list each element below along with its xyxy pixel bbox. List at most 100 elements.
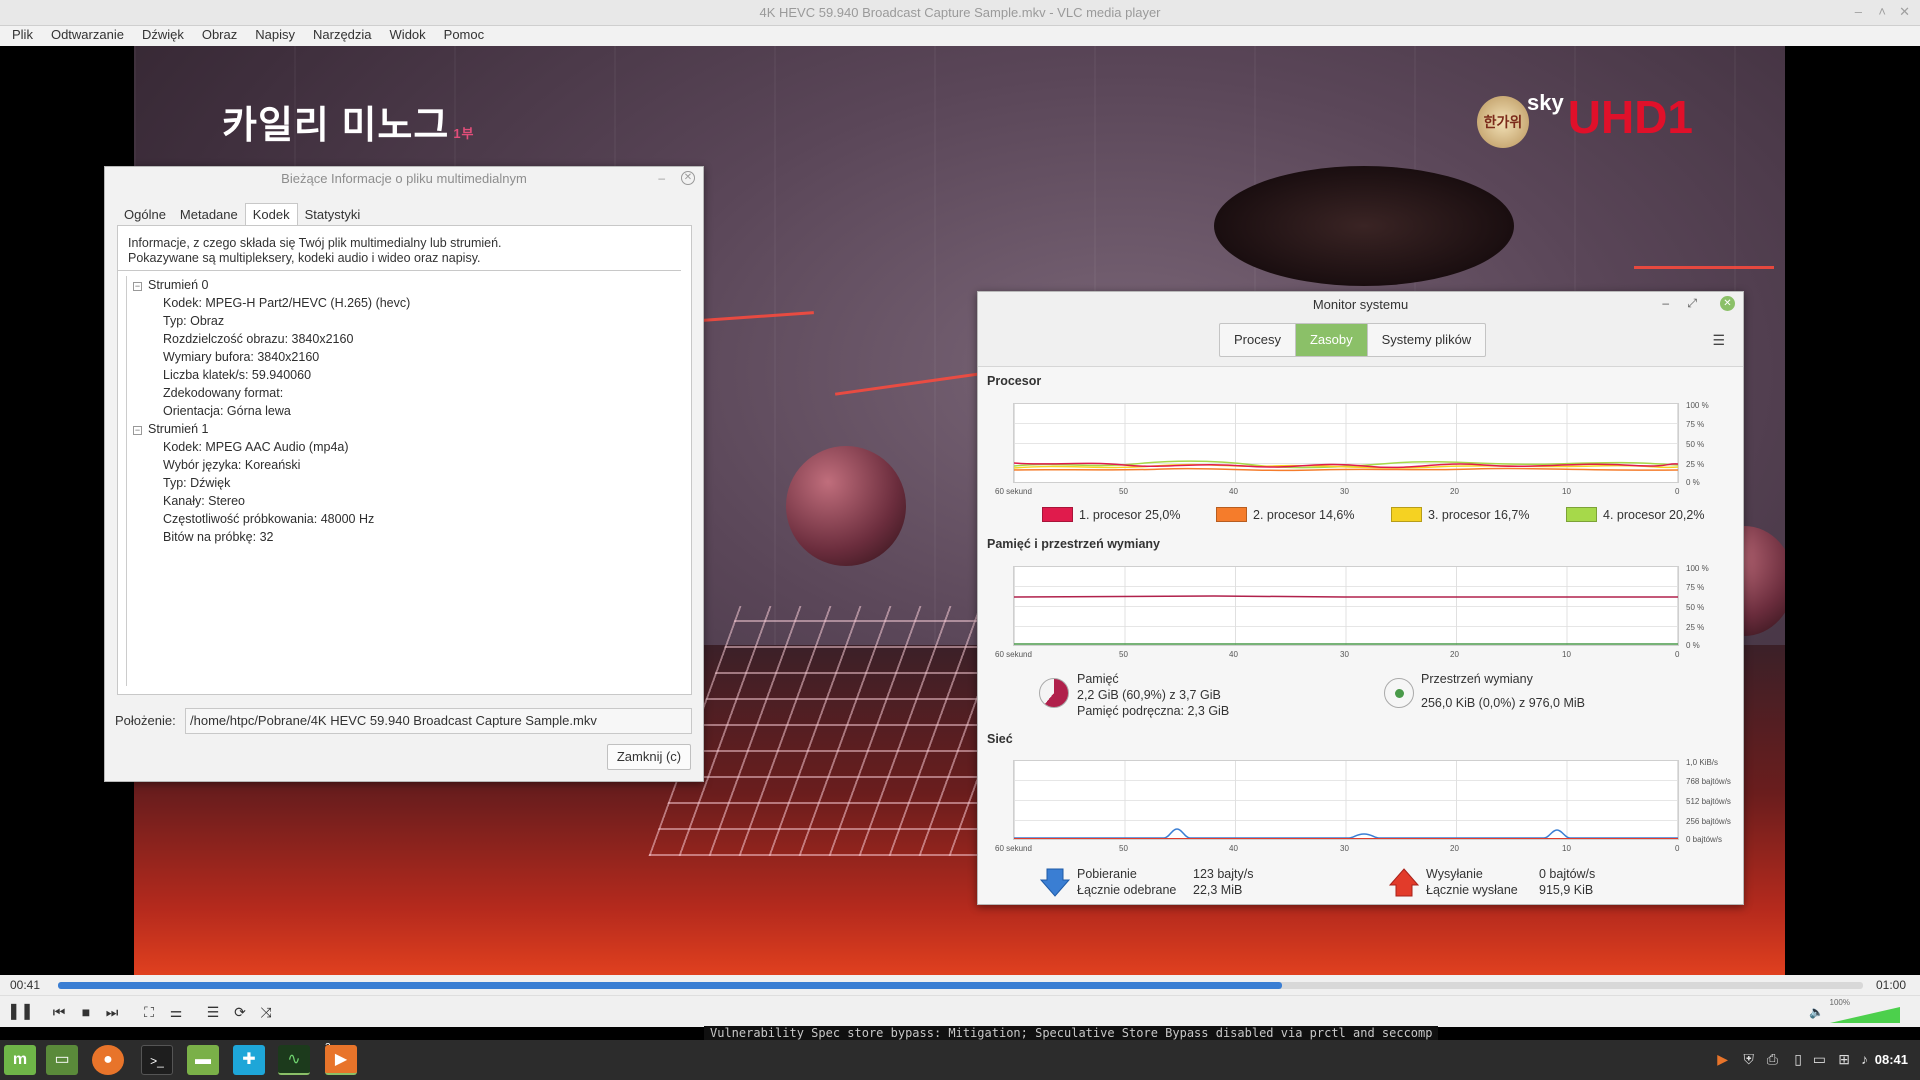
seek-slider[interactable] — [58, 982, 1863, 989]
pause-icon[interactable]: ❚❚ — [7, 1001, 34, 1023]
download-total: 22,3 MiB — [1193, 883, 1243, 897]
printer-icon[interactable]: ⎙ — [1767, 1051, 1778, 1068]
tab-kodek[interactable]: Kodek — [244, 203, 298, 225]
system-monitor-taskbar-icon[interactable]: ∿ — [278, 1045, 310, 1075]
location-field[interactable]: /home/htpc/Pobrane/4K HEVC 59.940 Broadc… — [185, 708, 692, 734]
cpu1-value: 25,0% — [1145, 508, 1181, 522]
download-rate: 123 bajty/s — [1193, 867, 1254, 881]
program-logo: 카일리 미노그 1부 — [222, 94, 475, 149]
show-desktop-icon[interactable]: ▭ — [46, 1045, 78, 1075]
cpu3-color-swatch[interactable] — [1391, 507, 1422, 522]
tab-ogolne[interactable]: Ogólne — [117, 204, 173, 225]
download-values: 123 bajty/s 22,3 MiB — [1193, 866, 1253, 898]
next-icon[interactable]: ⏭ — [101, 1001, 123, 1023]
menu-odtwarzanie[interactable]: Odtwarzanie — [42, 26, 133, 44]
cpu2-color-swatch[interactable] — [1216, 507, 1247, 522]
network-icon[interactable]: ⊞ — [1838, 1051, 1850, 1068]
tree-item[interactable]: Kodek: MPEG AAC Audio (mp4a) — [127, 438, 681, 456]
fullscreen-icon[interactable]: ⛶ — [138, 1001, 160, 1023]
upload-arrow-icon[interactable] — [1389, 868, 1419, 898]
codec-panel: Informacje, z czego składa się Twój plik… — [117, 225, 692, 695]
console-text: Vulnerability Spec store bypass: Mitigat… — [704, 1026, 1439, 1040]
memory-pie-icon[interactable] — [1039, 678, 1069, 708]
files-icon[interactable]: ▬ — [187, 1045, 219, 1075]
playlist-icon[interactable]: ☰ — [202, 1001, 224, 1023]
upload-label: Wysyłanie — [1426, 867, 1483, 881]
sysmon-close-button[interactable]: ✕ — [1720, 296, 1735, 311]
x-tick: 10 — [1562, 487, 1571, 496]
tree-item[interactable]: Liczba klatek/s: 59.940060 — [127, 366, 681, 384]
x-tick: 40 — [1229, 844, 1238, 853]
tree-item[interactable]: Orientacja: Górna lewa — [127, 402, 681, 420]
collapse-icon[interactable]: − — [133, 282, 142, 291]
volume-slider[interactable]: 100% — [1828, 998, 1900, 1024]
close-button[interactable]: ✕ — [1899, 4, 1910, 20]
tree-item[interactable]: Kodek: MPEG-H Part2/HEVC (H.265) (hevc) — [127, 294, 681, 312]
collapse-icon[interactable]: − — [133, 426, 142, 435]
tree-item[interactable]: Wybór języka: Koreański — [127, 456, 681, 474]
sysmon-restore-icon[interactable]: ⤢ — [1687, 296, 1697, 311]
device-icon[interactable]: ▯ — [1794, 1051, 1802, 1068]
minimize-button[interactable]: – — [1855, 4, 1862, 19]
previous-icon[interactable]: ⏮ — [48, 1001, 70, 1023]
upload-total-label: Łącznie wysłane — [1426, 883, 1518, 897]
menu-napisy[interactable]: Napisy — [246, 26, 304, 44]
tree-item[interactable]: Zdekodowany format: — [127, 384, 681, 402]
media-info-tabs: Ogólne Metadane Kodek Statystyki — [117, 203, 367, 225]
extended-settings-icon[interactable]: ⚌ — [165, 1001, 187, 1023]
tree-stream-1[interactable]: − Strumień 1 — [127, 420, 681, 438]
shield-icon[interactable]: ⛨ — [1744, 1051, 1755, 1068]
tab-metadane[interactable]: Metadane — [173, 204, 245, 225]
cpu1-color-swatch[interactable] — [1042, 507, 1073, 522]
tree-item[interactable]: Częstotliwość próbkowania: 48000 Hz — [127, 510, 681, 528]
maximize-button[interactable]: ˄ — [1878, 4, 1886, 19]
x-tick: 20 — [1450, 487, 1459, 496]
menu-narzedzia[interactable]: Narzędzia — [304, 26, 381, 44]
x-tick: 60 sekund — [995, 650, 1032, 659]
clock: 08:41 — [1874, 1052, 1908, 1067]
sysmon-minimize-button[interactable]: – — [1662, 296, 1669, 310]
tree-stream-0[interactable]: − Strumień 0 — [127, 276, 681, 294]
tree-item[interactable]: Typ: Dźwięk — [127, 474, 681, 492]
menu-widok[interactable]: Widok — [381, 26, 435, 44]
codec-tree[interactable]: − Strumień 0 Kodek: MPEG-H Part2/HEVC (H.… — [126, 276, 681, 686]
y-tick: 75 % — [1686, 420, 1705, 429]
kodi-icon[interactable]: ✚ — [233, 1045, 265, 1075]
memory-graph — [1013, 566, 1679, 646]
cpu4-color-swatch[interactable] — [1566, 507, 1597, 522]
firefox-icon[interactable]: ● — [92, 1045, 124, 1075]
display-icon[interactable]: ▭ — [1813, 1051, 1826, 1068]
download-arrow-icon[interactable] — [1040, 868, 1070, 898]
vlc-taskbar-icon[interactable]: ▶ — [325, 1045, 357, 1075]
tree-item[interactable]: Typ: Obraz — [127, 312, 681, 330]
shuffle-icon[interactable]: ⤨ — [255, 1001, 277, 1023]
menu-obraz[interactable]: Obraz — [193, 26, 246, 44]
menu-dzwiek[interactable]: Dźwięk — [133, 26, 193, 44]
sound-icon[interactable]: ♪ — [1861, 1051, 1868, 1067]
stop-icon[interactable]: ■ — [75, 1001, 97, 1023]
hamburger-menu-icon[interactable]: ☰ — [1712, 332, 1725, 349]
dialog-minimize-button[interactable]: – — [658, 171, 665, 185]
menu-pomoc[interactable]: Pomoc — [435, 26, 493, 44]
cpu-section-title: Procesor — [987, 374, 1042, 388]
y-tick: 0 bajtów/s — [1686, 835, 1723, 844]
tree-item[interactable]: Bitów na próbkę: 32 — [127, 528, 681, 546]
tab-statystyki[interactable]: Statystyki — [298, 204, 368, 225]
tree-item[interactable]: Rozdzielczość obrazu: 3840x2160 — [127, 330, 681, 348]
speaker-icon[interactable]: 🔈 — [1809, 1005, 1824, 1019]
loop-icon[interactable]: ⟳ — [229, 1001, 251, 1023]
tree-item[interactable]: Wymiary bufora: 3840x2160 — [127, 348, 681, 366]
tab-procesy[interactable]: Procesy — [1220, 324, 1296, 356]
cpu3-label: 3. procesor — [1428, 508, 1491, 522]
tab-zasoby[interactable]: Zasoby — [1295, 324, 1368, 356]
mint-menu-icon[interactable]: m — [4, 1045, 36, 1075]
terminal-icon[interactable]: >_ — [141, 1045, 173, 1075]
swap-pie-icon[interactable] — [1384, 678, 1414, 708]
vlc-tray-icon[interactable]: ▶ — [1717, 1051, 1728, 1068]
dialog-close-button[interactable]: ✕ — [681, 171, 695, 185]
x-tick: 60 sekund — [995, 844, 1032, 853]
tab-systemy-plikow[interactable]: Systemy plików — [1368, 324, 1486, 356]
tree-item[interactable]: Kanały: Stereo — [127, 492, 681, 510]
close-dialog-button[interactable]: Zamknij (c) — [607, 744, 691, 770]
menu-plik[interactable]: Plik — [0, 26, 42, 44]
